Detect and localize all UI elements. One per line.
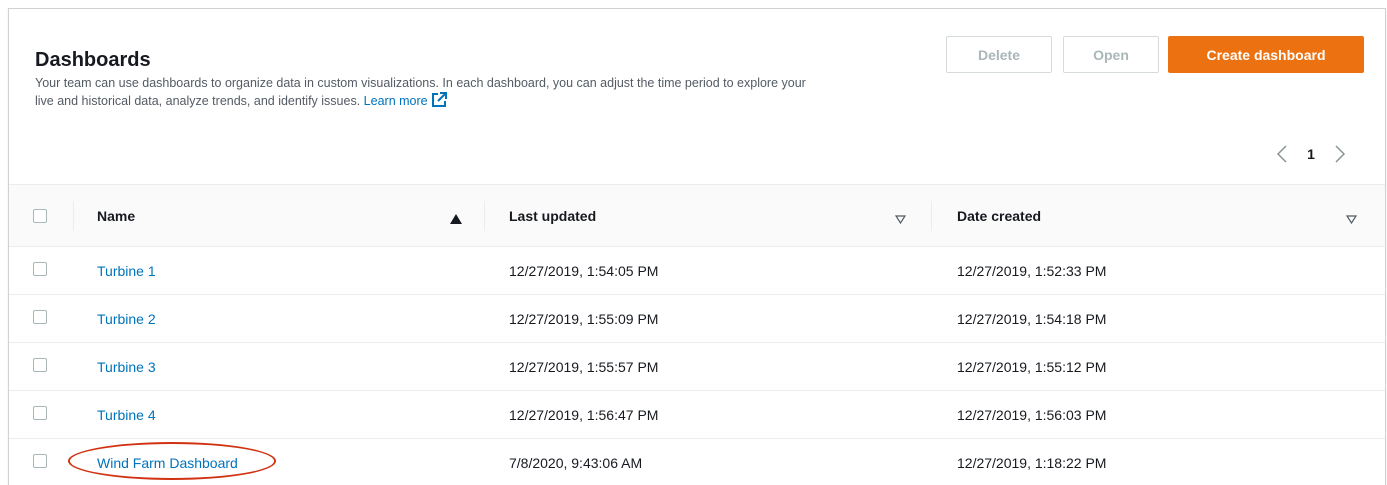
date-created-cell: 12/27/2019, 1:56:03 PM — [957, 407, 1107, 423]
page-description: Your team can use dashboards to organize… — [35, 75, 825, 113]
date-created-cell: 12/27/2019, 1:52:33 PM — [957, 263, 1107, 279]
dashboards-panel: Dashboards Your team can use dashboards … — [8, 8, 1386, 485]
chevron-left-icon[interactable] — [1271, 143, 1293, 165]
column-divider — [931, 201, 932, 231]
last-updated-cell: 7/8/2020, 9:43:06 AM — [509, 455, 643, 471]
column-header-last-updated[interactable]: Last updated — [509, 185, 596, 247]
date-created-cell: 12/27/2019, 1:54:18 PM — [957, 311, 1107, 327]
table-header: Name Last updated Date created — [9, 184, 1385, 247]
table-row[interactable]: Turbine 2 12/27/2019, 1:55:09 PM 12/27/2… — [9, 295, 1385, 343]
row-checkbox[interactable] — [33, 406, 47, 420]
date-created-cell: 12/27/2019, 1:55:12 PM — [957, 359, 1107, 375]
open-button[interactable]: Open — [1063, 36, 1159, 73]
dashboard-name-link[interactable]: Turbine 4 — [97, 407, 156, 423]
dashboard-name-link[interactable]: Turbine 3 — [97, 359, 156, 375]
chevron-right-icon[interactable] — [1329, 143, 1351, 165]
pagination: 1 — [1271, 141, 1351, 167]
last-updated-cell: 12/27/2019, 1:55:09 PM — [509, 311, 659, 327]
caret-down-outline-icon[interactable] — [894, 211, 907, 229]
create-dashboard-button[interactable]: Create dashboard — [1168, 36, 1364, 73]
column-header-name[interactable]: Name — [97, 185, 135, 247]
page-number-current[interactable]: 1 — [1293, 146, 1329, 162]
caret-up-filled-icon[interactable] — [450, 211, 462, 229]
column-divider — [484, 201, 485, 231]
last-updated-cell: 12/27/2019, 1:56:47 PM — [509, 407, 659, 423]
column-header-date-created[interactable]: Date created — [957, 185, 1041, 247]
column-divider — [73, 201, 74, 231]
learn-more-label: Learn more — [363, 94, 428, 108]
table-row[interactable]: Turbine 4 12/27/2019, 1:56:47 PM 12/27/2… — [9, 391, 1385, 439]
dashboard-name-link[interactable]: Turbine 1 — [97, 263, 156, 279]
caret-down-outline-icon[interactable] — [1345, 211, 1358, 229]
dashboards-table: Name Last updated Date created Turbine 1… — [9, 184, 1385, 485]
last-updated-cell: 12/27/2019, 1:55:57 PM — [509, 359, 659, 375]
row-checkbox[interactable] — [33, 310, 47, 324]
panel-header: Dashboards Your team can use dashboards … — [9, 9, 1385, 184]
last-updated-cell: 12/27/2019, 1:54:05 PM — [509, 263, 659, 279]
external-link-icon — [431, 92, 447, 113]
row-checkbox[interactable] — [33, 454, 47, 468]
table-row[interactable]: Turbine 3 12/27/2019, 1:55:57 PM 12/27/2… — [9, 343, 1385, 391]
dashboard-name-link[interactable]: Wind Farm Dashboard — [97, 455, 238, 471]
row-checkbox[interactable] — [33, 262, 47, 276]
table-row[interactable]: Turbine 1 12/27/2019, 1:54:05 PM 12/27/2… — [9, 247, 1385, 295]
delete-button[interactable]: Delete — [946, 36, 1052, 73]
row-checkbox[interactable] — [33, 358, 47, 372]
page-title: Dashboards — [35, 49, 151, 71]
learn-more-link[interactable]: Learn more — [363, 92, 447, 108]
date-created-cell: 12/27/2019, 1:18:22 PM — [957, 455, 1107, 471]
select-all-checkbox[interactable] — [33, 209, 47, 223]
dashboard-name-link[interactable]: Turbine 2 — [97, 311, 156, 327]
table-row[interactable]: Wind Farm Dashboard 7/8/2020, 9:43:06 AM… — [9, 439, 1385, 485]
